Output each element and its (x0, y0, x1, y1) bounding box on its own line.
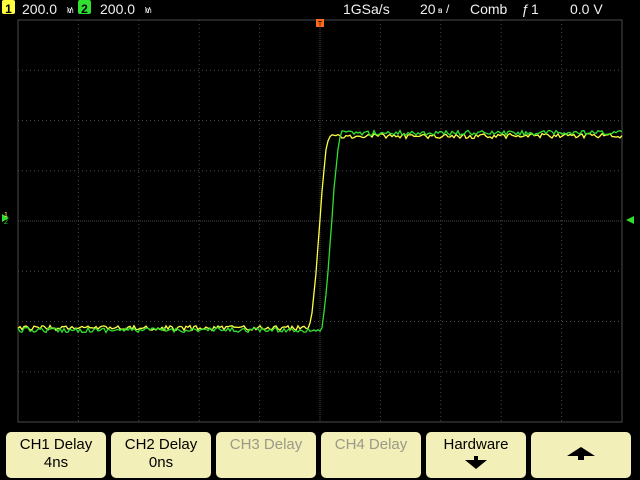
trigger-edge-icon: ƒ (521, 1, 529, 17)
ch1-ground-label: 1 (4, 212, 8, 219)
softkey-label: CH1 Delay (19, 436, 93, 453)
timebase: 20 (420, 1, 436, 17)
down-arrow-icon (465, 456, 487, 469)
softkey-ch2-delay[interactable]: CH2 Delay 0ns (111, 432, 211, 478)
ch-ground-marker-icon: 1 2 (2, 212, 9, 226)
ch1-scale: 200.0 (22, 1, 58, 17)
trigger-position-icon: T (316, 19, 324, 28)
up-arrow-icon (567, 447, 595, 460)
softkey-ch4-delay[interactable]: CH4 Delay (321, 432, 421, 478)
waveform-display[interactable]: T 1 2 (0, 18, 640, 424)
acq-mode: Comb (470, 1, 508, 17)
status-bar: 1 200.0 m V 2 200.0 m V 1GSa/s 20 n s / … (0, 0, 640, 18)
trigger-level-icon (626, 216, 634, 224)
ch1-badge[interactable]: 1 (2, 0, 15, 16)
timebase-divider: / (446, 2, 450, 16)
trigger-source: 1 (531, 1, 539, 17)
svg-text:T: T (318, 21, 323, 28)
softkey-label: Hardware (443, 436, 509, 453)
softkey-value: 4ns (43, 454, 69, 471)
softkey-hardware[interactable]: Hardware (426, 432, 526, 478)
trigger-level: 0.0 V (570, 1, 603, 17)
softkey-ch1-delay[interactable]: CH1 Delay 4ns (6, 432, 106, 478)
softkey-label: CH3 Delay (229, 436, 303, 453)
softkey-bar: CH1 Delay 4ns CH2 Delay 0ns CH3 Delay CH… (0, 426, 640, 480)
softkey-label: CH4 Delay (334, 436, 408, 453)
ch2-scale: 200.0 (100, 1, 136, 17)
softkey-ch3-delay[interactable]: CH3 Delay (216, 432, 316, 478)
softkey-back[interactable] (531, 432, 631, 478)
sample-rate: 1GSa/s (343, 1, 390, 17)
graticule: T 1 2 (2, 19, 634, 423)
softkey-label: CH2 Delay (124, 436, 198, 453)
ch2-badge[interactable]: 2 (78, 0, 91, 16)
softkey-value: 0ns (148, 454, 174, 471)
ch2-ground-label: 2 (4, 219, 8, 226)
